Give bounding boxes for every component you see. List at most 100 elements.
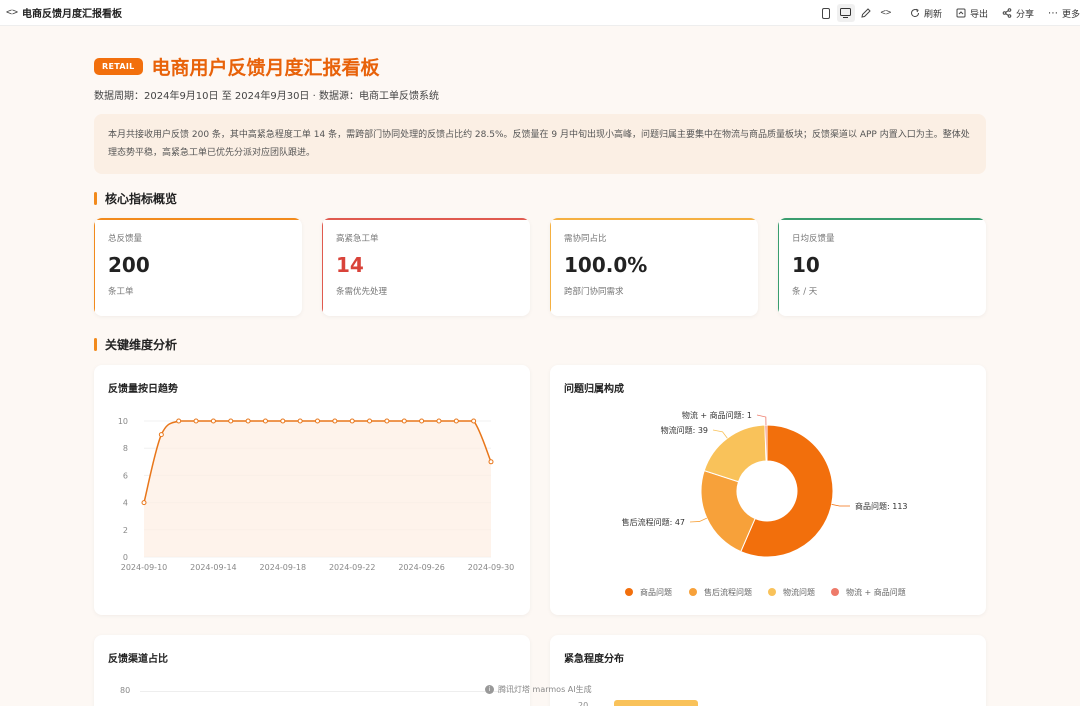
legend-swatch [831, 588, 839, 596]
donut-label-line [712, 429, 728, 439]
channel-panel: 反馈渠道占比 80 [94, 635, 530, 706]
desktop-view-icon[interactable] [836, 4, 855, 22]
kpi-value: 100.0% [564, 253, 648, 277]
page-header: RETAIL 电商用户反馈月度汇报看板 [94, 53, 380, 80]
page-subtitle: 数据周期：2024年9月10日 至 2024年9月30日 · 数据源：电商工单反… [94, 91, 439, 102]
mobile-view-icon[interactable] [817, 4, 835, 22]
donut-slice-label: 商品问题: 113 [855, 501, 908, 511]
code-view-icon[interactable]: <> [877, 4, 895, 22]
trend-y-tick: 0 [123, 553, 128, 562]
kpi-card: 需协同占比 100.0% 跨部门协同需求 [550, 218, 758, 316]
kpi-note: 条 / 天 [792, 287, 818, 297]
kpi-label: 总反馈量 [108, 234, 143, 244]
section-accent-bar [94, 338, 97, 351]
trend-chart: 0 2 4 6 8 10 2024-09-10 2024-09-14 2024-09-18 202… [118, 417, 515, 572]
kpi-value: 14 [336, 253, 364, 277]
donut-slice-label: 物流问题: 39 [661, 425, 708, 435]
top-bar: <> 电商反馈月度汇报看板 <> 刷新 导出 分享 ⋯ 更多 [0, 0, 1080, 26]
kpi-note: 跨部门协同需求 [564, 287, 624, 297]
trend-y-tick: 6 [123, 471, 128, 480]
trend-point [245, 418, 251, 424]
trend-point [419, 418, 425, 424]
trend-point [453, 418, 459, 424]
kpi-card: 总反馈量 200 条工单 [94, 218, 302, 316]
section-kpi-title: 核心指标概览 [105, 192, 178, 206]
trend-point [262, 418, 268, 424]
trend-area [144, 421, 491, 557]
kpi-accent-line [94, 218, 302, 220]
composition-chart: 商品问题: 113 售后流程问题: 47 物流问题: 39 物流 + 商品问题: 1 商… [622, 410, 908, 597]
toolbar: <> 刷新 导出 分享 ⋯ 更多 [816, 0, 1080, 26]
urgency-panel: 紧急程度分布 20 [550, 635, 986, 706]
trend-point [193, 418, 199, 424]
more-button[interactable]: ⋯ 更多 [1048, 7, 1080, 20]
donut-slice-label: 物流 + 商品问题: 1 [682, 410, 752, 420]
trend-x-tick: 2024-09-22 [329, 563, 376, 572]
trend-y-tick: 2 [123, 526, 128, 535]
trend-x-tick: 2024-09-30 [468, 563, 515, 572]
trend-point [349, 418, 355, 424]
donut-slice [703, 424, 767, 483]
composition-panel: 问题归属构成 商品问题: 113 售后流程问题: 47 物流问题: 39 物流 + 商… [550, 365, 986, 615]
trend-point [280, 418, 286, 424]
kpi-label: 日均反馈量 [792, 234, 835, 244]
refresh-button[interactable]: 刷新 [910, 7, 942, 20]
kpi-side-line [550, 218, 551, 316]
legend-swatch [768, 588, 776, 596]
edit-icon[interactable] [857, 4, 875, 22]
trend-point [158, 432, 164, 438]
donut-label-line [831, 503, 851, 507]
info-icon: i [485, 685, 494, 694]
trend-y-tick: 8 [123, 444, 128, 453]
kpi-accent-line [550, 218, 758, 220]
trend-point [210, 418, 216, 424]
watermark: i 腾讯灯塔 marmos AI生成 [485, 684, 592, 695]
trend-x-tick: 2024-09-14 [190, 563, 237, 572]
trend-point [488, 459, 494, 465]
kpi-accent-line [778, 218, 986, 220]
kpi-label: 需协同占比 [564, 234, 607, 244]
trend-point [471, 418, 477, 424]
kpi-side-line [94, 218, 95, 316]
channel-panel-title: 反馈渠道占比 [108, 654, 168, 665]
donut-label-line [756, 414, 767, 426]
summary-box: 本月共接收用户反馈 200 条，其中高紧急程度工单 14 条，需跨部门协同处理的… [94, 114, 986, 174]
trend-point [332, 418, 338, 424]
kpi-label: 高紧急工单 [336, 234, 379, 244]
legend-label: 商品问题 [640, 587, 672, 597]
retail-badge: RETAIL [94, 58, 143, 75]
legend-swatch [625, 588, 633, 596]
donut-slice-label: 售后流程问题: 47 [622, 517, 685, 527]
kpi-value: 10 [792, 253, 820, 277]
page-title: 电商用户反馈月度汇报看板 [151, 57, 380, 79]
trend-point [228, 418, 234, 424]
trend-point [141, 500, 147, 506]
section-kpi: 核心指标概览 [94, 190, 177, 207]
window-title: 电商反馈月度汇报看板 [22, 9, 122, 20]
kpi-card: 日均反馈量 10 条 / 天 [778, 218, 986, 316]
export-icon [956, 8, 966, 18]
trend-point [401, 418, 407, 424]
kpi-value: 200 [108, 253, 150, 277]
kpi-accent-line [322, 218, 530, 220]
code-icon[interactable]: <> [6, 7, 20, 18]
urgency-y-tick: 20 [578, 701, 589, 706]
channel-y-tick: 80 [120, 686, 131, 695]
trend-point [436, 418, 442, 424]
trend-panel: 反馈量按日趋势 0 2 4 6 8 10 2024-09-10 2024-09-14 2024-… [94, 365, 530, 615]
kpi-card: 高紧急工单 14 条需优先处理 [322, 218, 530, 316]
kpi-side-line [778, 218, 779, 316]
trend-point [384, 418, 390, 424]
export-button[interactable]: 导出 [956, 7, 988, 20]
trend-x-tick: 2024-09-10 [121, 563, 168, 572]
donut-label-line [689, 517, 708, 523]
trend-point [176, 418, 182, 424]
legend-label: 物流 + 商品问题 [846, 587, 906, 597]
kpi-note: 条需优先处理 [336, 287, 388, 297]
section-analysis: 关键维度分析 [94, 336, 177, 353]
trend-x-tick: 2024-09-18 [260, 563, 307, 572]
legend-label: 售后流程问题 [704, 587, 752, 597]
section-accent-bar [94, 192, 97, 205]
share-button[interactable]: 分享 [1002, 7, 1034, 20]
legend-swatch [689, 588, 697, 596]
